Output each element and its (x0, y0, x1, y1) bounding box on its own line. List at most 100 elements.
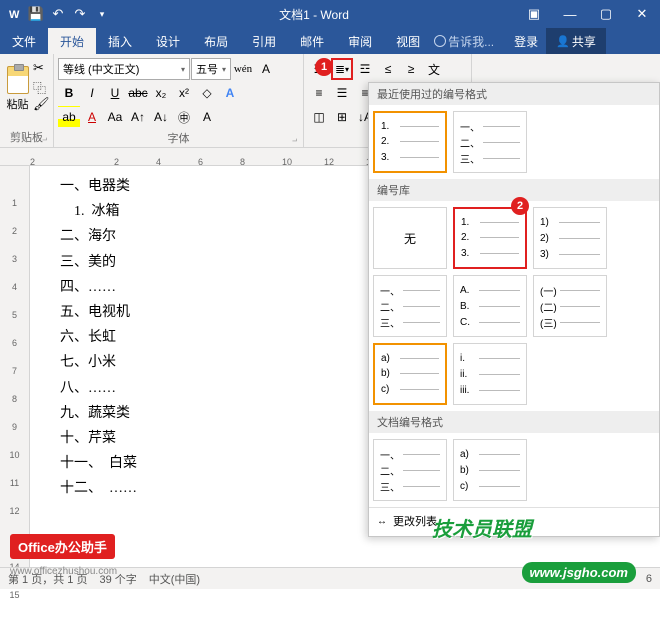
strikethrough-button[interactable]: abc (127, 82, 149, 104)
decrease-indent-button[interactable]: ≤ (377, 58, 399, 80)
increase-indent-button[interactable]: ≥ (400, 58, 422, 80)
character-border-button[interactable]: A (255, 58, 277, 80)
close-icon[interactable]: ✕ (624, 0, 660, 28)
shading-button[interactable]: ◫ (308, 106, 330, 128)
ruler-tick: 11 (0, 478, 29, 506)
watermark-jsgho: www.jsgho.com (522, 562, 636, 583)
paste-icon (7, 66, 29, 94)
numbering-option[interactable]: 一、二、三、 (373, 439, 447, 501)
ruler-tick: 1 (0, 198, 29, 226)
font-color-button[interactable]: A (81, 106, 103, 128)
window-title: 文档1 - Word (112, 6, 516, 23)
font-label: 字体 (58, 128, 299, 148)
zoom-end: 6 (646, 573, 652, 585)
paste-button[interactable]: 粘贴 (4, 56, 31, 122)
ruler-tick: 7 (0, 366, 29, 394)
ruler-vertical[interactable]: 123456789101112131415 (0, 166, 30, 586)
numbering-option[interactable]: 1)2)3) (533, 207, 607, 269)
svg-text:W: W (9, 9, 20, 21)
tab-layout[interactable]: 布局 (192, 28, 240, 54)
ruler-tick: 12 (0, 506, 29, 534)
ribbon-group-clipboard: 粘贴 ✂ ⿻ 🖌 剪贴板 (0, 54, 54, 147)
ribbon-options-icon[interactable]: ▣ (516, 0, 552, 28)
shrink-font-button[interactable]: A↓ (150, 106, 172, 128)
callout-marker-1: 1 (315, 58, 333, 76)
highlight-button[interactable]: ab (58, 106, 80, 128)
minimize-icon[interactable]: — (552, 0, 588, 28)
font-size-combo[interactable]: 五号▾ (191, 58, 231, 80)
clipboard-label: 剪贴板 (4, 127, 49, 147)
tab-references[interactable]: 引用 (240, 28, 288, 54)
status-lang[interactable]: 中文(中国) (149, 571, 200, 587)
numbering-option[interactable]: (一)(二)(三) (533, 275, 607, 337)
font-name-combo[interactable]: 等线 (中文正文)▾ (58, 58, 190, 80)
italic-button[interactable]: I (81, 82, 103, 104)
save-icon[interactable]: 💾 (26, 4, 46, 24)
arrow-right-icon: ↔ (377, 516, 387, 527)
numbering-button[interactable]: 1 ≣▾ (331, 58, 353, 80)
grow-font-button[interactable]: A↑ (127, 106, 149, 128)
numbering-option[interactable]: a)b)c) (453, 439, 527, 501)
numbering-option[interactable]: 一、二、三、 (373, 275, 447, 337)
ribbon-tabs: 文件 开始 插入 设计 布局 引用 邮件 审阅 视图 告诉我... 登录 共享 (0, 28, 660, 54)
numbering-option[interactable]: 1.2.3. (373, 111, 447, 173)
qat-customize-icon[interactable]: ▾ (92, 4, 112, 24)
cut-icon[interactable]: ✂ (33, 60, 49, 76)
align-left-button[interactable]: ≡ (308, 82, 330, 104)
watermark-office-url: www.officezhushou.com (10, 566, 117, 577)
callout-marker-2: 2 (511, 197, 529, 215)
ribbon-group-font: 等线 (中文正文)▾ 五号▾ wén A B I U abc x₂ x² ◇ A… (54, 54, 304, 147)
ruler-tick: 6 (0, 338, 29, 366)
watermark-jishu: 技术员联盟 (424, 510, 540, 545)
title-bar: W 💾 ↶ ↷ ▾ 文档1 - Word ▣ — ▢ ✕ (0, 0, 660, 28)
ruler-tick: 10 (0, 450, 29, 478)
superscript-button[interactable]: x² (173, 82, 195, 104)
numbering-gallery: 最近使用过的编号格式 1.2.3.一、二、三、 编号库 无1.2.3.21)2)… (368, 82, 660, 537)
tab-tellme[interactable]: 告诉我... (432, 28, 506, 54)
tab-design[interactable]: 设计 (144, 28, 192, 54)
tab-review[interactable]: 审阅 (336, 28, 384, 54)
format-painter-icon[interactable]: 🖌 (33, 96, 49, 112)
tab-home[interactable]: 开始 (48, 28, 96, 54)
enclose-char-button[interactable]: ㊥ (173, 106, 195, 128)
numbering-option[interactable]: i.ii.iii. (453, 343, 527, 405)
ruler-tick (0, 170, 29, 198)
numbering-option[interactable]: 无 (373, 207, 447, 269)
tab-insert[interactable]: 插入 (96, 28, 144, 54)
align-center-button[interactable]: ☰ (331, 82, 353, 104)
bold-button[interactable]: B (58, 82, 80, 104)
numbering-option[interactable]: A.B.C. (453, 275, 527, 337)
numbering-option[interactable]: 1.2.3.2 (453, 207, 527, 269)
tab-view[interactable]: 视图 (384, 28, 432, 54)
phonetic-guide-button[interactable]: wén (232, 58, 254, 80)
ruler-tick: 4 (0, 282, 29, 310)
numbering-option[interactable]: a)b)c) (373, 343, 447, 405)
maximize-icon[interactable]: ▢ (588, 0, 624, 28)
watermark-office: Office办公助手 (10, 534, 115, 559)
borders-button[interactable]: ⊞ (331, 106, 353, 128)
tab-file[interactable]: 文件 (0, 28, 48, 54)
clear-format-button[interactable]: ◇ (196, 82, 218, 104)
text-effects-button[interactable]: A (219, 82, 241, 104)
numbering-option[interactable]: 一、二、三、 (453, 111, 527, 173)
char-shading-button[interactable]: Aa (104, 106, 126, 128)
ruler-tick: 5 (0, 310, 29, 338)
ruler-tick: 3 (0, 254, 29, 282)
copy-icon[interactable]: ⿻ (33, 78, 49, 94)
tab-share[interactable]: 共享 (546, 28, 606, 54)
change-case-button[interactable]: A (196, 106, 218, 128)
ruler-tick: 8 (0, 394, 29, 422)
subscript-button[interactable]: x₂ (150, 82, 172, 104)
underline-button[interactable]: U (104, 82, 126, 104)
undo-icon[interactable]: ↶ (48, 4, 68, 24)
ruler-tick: 15 (0, 590, 29, 618)
asian-layout-button[interactable]: 文 (423, 58, 445, 80)
redo-icon[interactable]: ↷ (70, 4, 90, 24)
tab-login[interactable]: 登录 (506, 28, 546, 54)
gallery-recent-label: 最近使用过的编号格式 (369, 83, 659, 105)
word-app-icon: W (4, 4, 24, 24)
gallery-doc-label: 文档编号格式 (369, 411, 659, 433)
ruler-tick: 9 (0, 422, 29, 450)
multilevel-list-button[interactable]: ☲ (354, 58, 376, 80)
tab-mailings[interactable]: 邮件 (288, 28, 336, 54)
